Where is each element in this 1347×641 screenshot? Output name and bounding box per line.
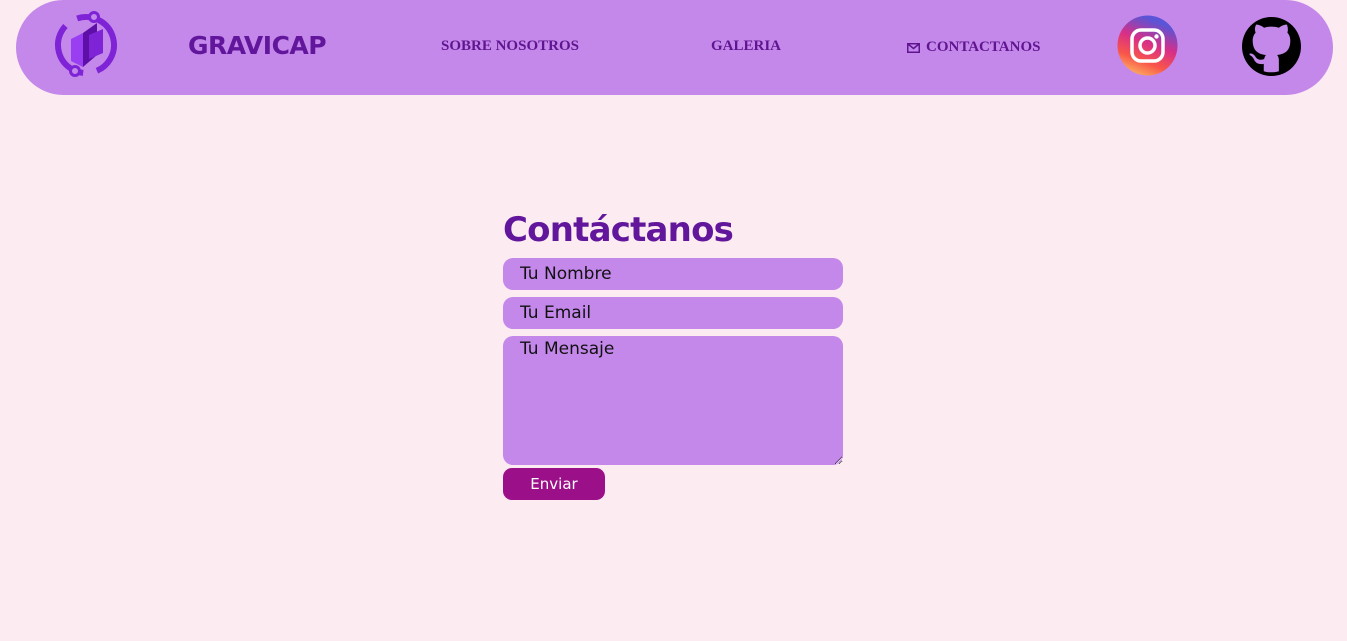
- nav-link-gallery[interactable]: GALERIA: [711, 38, 781, 55]
- nav-link-contact-label: CONTACTANOS: [926, 39, 1041, 55]
- instagram-icon[interactable]: [1117, 15, 1178, 76]
- nav-link-contact[interactable]: CONTACTANOS: [907, 39, 1040, 56]
- contact-title: Contáctanos: [503, 210, 734, 250]
- email-field[interactable]: [503, 297, 843, 329]
- message-field[interactable]: [503, 336, 843, 465]
- logo-icon[interactable]: [53, 9, 119, 79]
- name-field[interactable]: [503, 258, 843, 290]
- github-icon[interactable]: [1242, 17, 1301, 76]
- mail-icon: [907, 42, 920, 53]
- contact-form: Contáctanos Enviar: [503, 207, 843, 500]
- nav-link-about[interactable]: SOBRE NOSOTROS: [441, 38, 579, 55]
- navbar: GRAVICAP SOBRE NOSOTROS GALERIA CONTACTA…: [16, 0, 1333, 95]
- brand-name[interactable]: GRAVICAP: [188, 31, 327, 60]
- send-button[interactable]: Enviar: [503, 468, 605, 500]
